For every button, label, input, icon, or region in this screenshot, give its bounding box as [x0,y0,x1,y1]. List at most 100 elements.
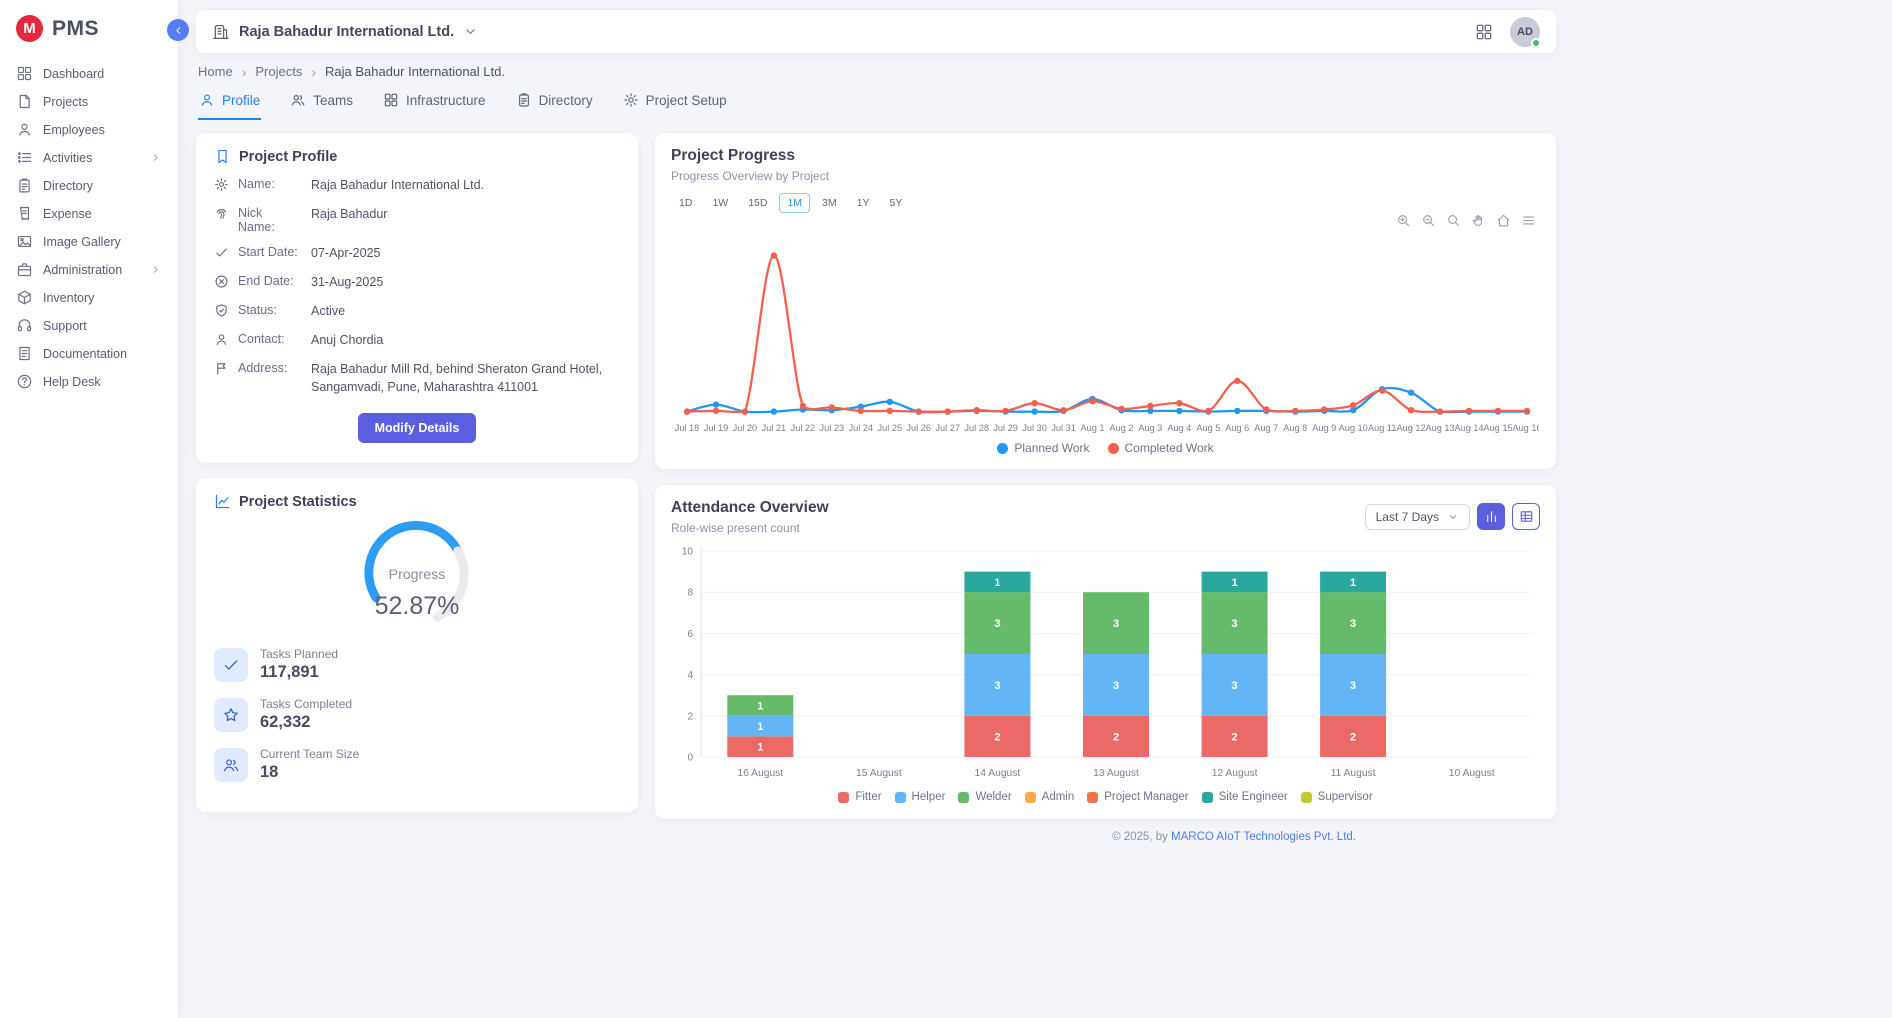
tab-project-setup[interactable]: Project Setup [622,88,728,120]
bookmark-icon [214,148,231,165]
svg-text:Jul 26: Jul 26 [906,423,931,433]
svg-text:Aug 1: Aug 1 [1080,423,1104,433]
field-end-date: End Date: 31-Aug-2025 [214,274,620,292]
stat-label: Current Team Size [260,747,359,761]
modify-details-button[interactable]: Modify Details [358,413,477,443]
field-label: End Date: [238,274,302,288]
stats-list: Tasks Planned 117,891 Tasks Completed 62… [214,647,620,782]
sidebar-item-activities[interactable]: Activities [0,144,178,171]
reset-zoom-icon[interactable] [1496,213,1511,228]
svg-text:12 August: 12 August [1212,768,1258,779]
legend-item[interactable]: Helper [895,791,946,803]
sidebar-item-support[interactable]: Support [0,312,178,339]
legend-label: Helper [912,791,946,803]
legend-item[interactable]: Welder [958,791,1011,803]
sidebar-item-label: Activities [43,151,92,165]
svg-text:Aug 5: Aug 5 [1196,423,1220,433]
sidebar-item-image-gallery[interactable]: Image Gallery [0,228,178,255]
apps-grid-icon[interactable] [1474,22,1494,42]
pan-icon[interactable] [1471,213,1486,228]
range-3m-button[interactable]: 3M [814,193,845,213]
zoom-in-icon[interactable] [1396,213,1411,228]
star-icon [222,706,240,724]
date-filter-select[interactable]: Last 7 Days [1365,504,1470,530]
breadcrumb-projects[interactable]: Projects [255,64,302,79]
chevron-right-icon [149,263,162,276]
svg-text:Aug 2: Aug 2 [1109,423,1133,433]
legend-label: Planned Work [1014,441,1089,455]
breadcrumb-home[interactable]: Home [198,64,233,79]
footer-text: © 2025, by [1112,831,1171,843]
image-icon [16,233,33,250]
sidebar-item-directory[interactable]: Directory [0,172,178,199]
table-view-button[interactable] [1512,503,1540,530]
range-1d-button[interactable]: 1D [671,193,700,213]
svg-text:1: 1 [757,721,763,733]
svg-text:Aug 4: Aug 4 [1167,423,1191,433]
check-icon [214,245,229,260]
legend-marker-icon [1108,443,1119,454]
range-15d-button[interactable]: 15D [740,193,775,213]
sidebar: M PMS Dashboard Projects Employees Activ… [0,0,178,1018]
progress-line-chart[interactable]: Jul 18Jul 19Jul 20Jul 21Jul 22Jul 23Jul … [671,231,1539,439]
svg-text:Jul 22: Jul 22 [791,423,816,433]
tab-teams[interactable]: Teams [289,88,354,120]
range-1w-button[interactable]: 1W [704,193,736,213]
flag-icon [214,361,229,376]
sidebar-collapse-button[interactable] [167,19,189,41]
field-value: Anuj Chordia [311,332,620,350]
range-1y-button[interactable]: 1Y [849,193,878,213]
svg-text:2: 2 [1350,731,1356,743]
legend-item[interactable]: Completed Work [1108,441,1214,455]
selection-zoom-icon[interactable] [1446,213,1461,228]
sidebar-item-label: Expense [43,207,92,221]
sidebar-item-administration[interactable]: Administration [0,256,178,283]
svg-text:Aug 9: Aug 9 [1312,423,1336,433]
svg-text:Aug 14: Aug 14 [1455,423,1484,433]
legend-item[interactable]: Supervisor [1301,791,1373,803]
bar-view-button[interactable] [1477,503,1505,530]
legend-item[interactable]: Fitter [838,791,881,803]
tab-label: Infrastructure [406,93,486,108]
legend-item[interactable]: Admin [1025,791,1075,803]
attendance-bar-chart[interactable]: 024681016 August11115 August14 August233… [671,539,1539,785]
chart-menu-icon[interactable] [1521,213,1536,228]
tab-profile[interactable]: Profile [198,88,261,120]
legend-item[interactable]: Project Manager [1087,791,1188,803]
legend-item[interactable]: Site Engineer [1202,791,1288,803]
legend-item[interactable]: Planned Work [997,441,1089,455]
sidebar-item-inventory[interactable]: Inventory [0,284,178,311]
help-icon [16,373,33,390]
company-selector[interactable]: Raja Bahadur International Ltd. [212,23,478,41]
avatar-initials: AD [1517,26,1533,38]
sidebar-item-employees[interactable]: Employees [0,116,178,143]
sidebar-item-expense[interactable]: Expense [0,200,178,227]
legend-marker-icon [958,792,969,803]
stat-value: 117,891 [260,663,338,682]
line-chart-legend: Planned Work Completed Work [671,441,1540,455]
stat-label: Tasks Completed [260,697,352,711]
sidebar-item-projects[interactable]: Projects [0,88,178,115]
select-value: Last 7 Days [1376,510,1439,524]
tab-infrastructure[interactable]: Infrastructure [382,88,487,120]
legend-marker-icon [1301,792,1312,803]
svg-text:Aug 10: Aug 10 [1339,423,1368,433]
svg-text:10 August: 10 August [1449,768,1495,779]
bar-chart-icon [1484,509,1499,524]
range-1m-button[interactable]: 1M [779,193,810,213]
sidebar-item-documentation[interactable]: Documentation [0,340,178,367]
user-avatar[interactable]: AD [1510,17,1540,47]
company-name: Raja Bahadur International Ltd. [239,24,454,40]
svg-text:11 August: 11 August [1331,768,1376,779]
sidebar-item-dashboard[interactable]: Dashboard [0,60,178,87]
svg-text:14 August: 14 August [974,768,1020,779]
svg-text:Aug 16: Aug 16 [1512,423,1539,433]
range-5y-button[interactable]: 5Y [881,193,910,213]
footer-company-link[interactable]: MARCO AIoT Technologies Pvt. Ltd. [1171,831,1356,843]
chevron-right-icon [149,151,162,164]
svg-text:Jul 21: Jul 21 [762,423,787,433]
tab-directory[interactable]: Directory [515,88,594,120]
sidebar-item-help-desk[interactable]: Help Desk [0,368,178,395]
stat-value: 62,332 [260,713,352,732]
zoom-out-icon[interactable] [1421,213,1436,228]
